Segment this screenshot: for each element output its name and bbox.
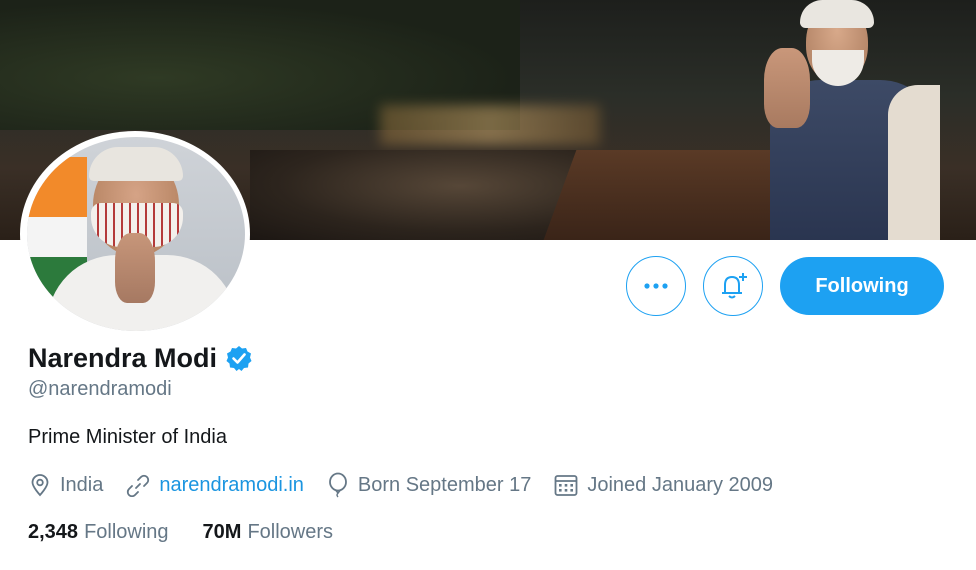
followers-label: Followers	[247, 520, 334, 543]
avatar-hands	[115, 233, 155, 303]
profile-handle: @narendramodi	[28, 378, 172, 400]
profile-joined: Joined January 2009	[553, 473, 773, 497]
following-label: Following	[84, 520, 169, 543]
profile-website[interactable]: narendramodi.in	[125, 473, 304, 497]
banner-person-hands	[764, 48, 810, 128]
notifications-button[interactable]	[703, 256, 763, 316]
following-button[interactable]: Following	[780, 257, 944, 315]
bell-plus-icon	[722, 273, 747, 299]
profile-meta: India narendramodi.in Born September 17 …	[28, 470, 795, 500]
website-link[interactable]: narendramodi.in	[159, 474, 304, 497]
profile-stats: 2,348 Following 70M Followers	[28, 518, 367, 546]
avatar-hair	[89, 147, 183, 181]
followers-stat[interactable]: 70M Followers	[203, 521, 333, 544]
balloon-icon	[329, 472, 347, 498]
link-icon	[127, 474, 150, 497]
birthday-text: Born September 17	[357, 473, 532, 496]
map-pin-icon	[31, 474, 49, 497]
following-count: 2,348	[28, 520, 79, 543]
profile-name: Narendra Modi	[28, 342, 218, 373]
banner-lights	[380, 105, 600, 145]
profile-bio: Prime Minister of India	[28, 426, 227, 448]
profile-name-row: Narendra Modi	[28, 340, 253, 376]
profile-birthday: Born September 17	[326, 472, 531, 498]
joined-text: Joined January 2009	[587, 473, 774, 496]
avatar-flag-white	[27, 217, 87, 257]
more-horizontal-icon	[644, 283, 668, 289]
banner-person-hair	[800, 0, 874, 28]
banner-person	[764, 0, 940, 240]
location-text: India	[60, 473, 104, 496]
avatar-flag-saffron	[27, 157, 87, 217]
calendar-icon	[554, 475, 578, 496]
profile-avatar[interactable]	[27, 137, 245, 331]
profile-location: India	[28, 473, 103, 497]
more-options-button[interactable]	[626, 256, 686, 316]
verified-badge-icon	[225, 344, 253, 372]
followers-count: 70M	[202, 520, 242, 543]
following-stat[interactable]: 2,348 Following	[28, 521, 169, 544]
banner-person-shirt	[888, 85, 940, 240]
